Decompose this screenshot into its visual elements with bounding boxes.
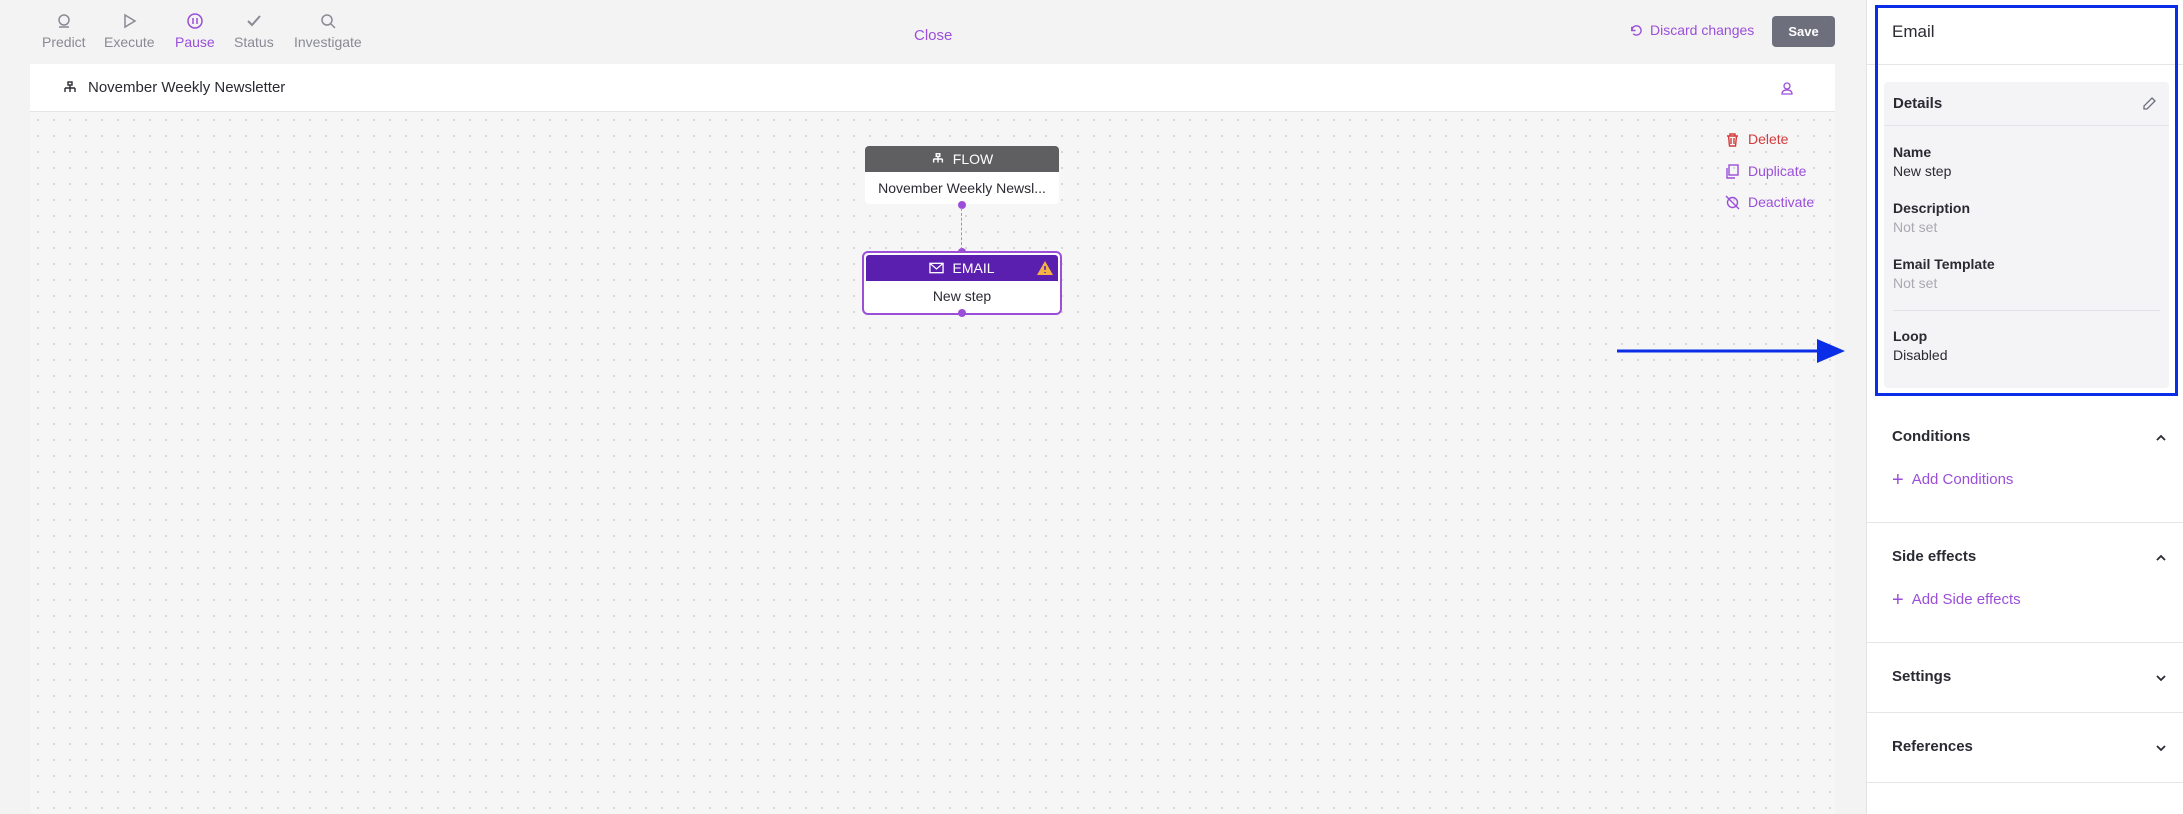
undo-icon (1631, 24, 1642, 36)
close-link[interactable]: Close (914, 27, 952, 44)
check-icon (247, 15, 261, 27)
deactivate-icon (1725, 195, 1740, 209)
chevron-down-icon[interactable] (2154, 741, 2168, 755)
email-node-out-handle[interactable] (958, 309, 966, 317)
flow-canvas[interactable] (30, 112, 1835, 814)
conditions-section: Conditions + Add Conditions (1867, 396, 2183, 523)
pause-label: Pause (175, 34, 215, 50)
investigate-label: Investigate (294, 34, 362, 50)
references-heading: References (1892, 738, 1973, 755)
predict-button[interactable]: Predict (42, 12, 86, 50)
add-conditions-label: Add Conditions (1911, 471, 2014, 488)
side-effects-heading: Side effects (1892, 548, 1977, 565)
flow-node-out-handle[interactable] (958, 201, 966, 209)
delete-button[interactable]: Delete (1725, 131, 1788, 147)
add-side-effects-label: Add Side effects (1911, 591, 2021, 608)
add-side-effects-button[interactable]: + Add Side effects (1892, 588, 2021, 611)
plus-icon: + (1892, 588, 1904, 611)
save-button[interactable]: Save (1772, 16, 1835, 47)
duplicate-label: Duplicate (1748, 163, 1807, 179)
email-node[interactable]: EMAIL New step (862, 251, 1062, 315)
canvas-header: November Weekly Newsletter (30, 64, 1835, 112)
plus-icon: + (1892, 468, 1904, 491)
deactivate-button[interactable]: Deactivate (1725, 194, 1814, 210)
predict-label: Predict (42, 34, 86, 50)
settings-heading: Settings (1892, 668, 1952, 685)
execute-button[interactable]: Execute (104, 12, 155, 50)
email-node-type: EMAIL (952, 260, 995, 276)
add-conditions-button[interactable]: + Add Conditions (1892, 468, 2014, 491)
connector-line (961, 208, 962, 250)
flow-icon (64, 80, 76, 92)
flow-node-name: November Weekly Newsl... (878, 180, 1046, 196)
references-section[interactable]: References (1867, 713, 2183, 783)
flow-node-header: FLOW (865, 146, 1059, 172)
deactivate-label: Deactivate (1748, 194, 1815, 210)
toolbar: Predict Execute Pause Status Investigate… (0, 0, 1866, 62)
discard-changes-button[interactable]: Discard changes (1629, 22, 1754, 38)
settings-section[interactable]: Settings (1867, 643, 2183, 713)
email-node-header: EMAIL (866, 255, 1058, 281)
delete-label: Delete (1748, 131, 1789, 147)
email-node-name: New step (932, 288, 992, 304)
mail-icon (929, 262, 945, 274)
copy-icon (1726, 163, 1739, 179)
annotation-arrow-icon (1617, 339, 1845, 363)
side-effects-section: Side effects + Add Side effects (1867, 523, 2183, 643)
status-label: Status (234, 34, 274, 50)
flow-node[interactable]: FLOW November Weekly Newsl... (865, 146, 1059, 204)
chevron-up-icon[interactable] (2154, 551, 2168, 565)
pause-icon (187, 13, 203, 29)
pause-button[interactable]: Pause (175, 12, 215, 50)
execute-label: Execute (104, 34, 155, 50)
status-button[interactable]: Status (234, 12, 274, 50)
search-icon (321, 14, 336, 29)
discard-changes-label: Discard changes (1650, 22, 1755, 38)
flow-node-type: FLOW (952, 151, 994, 167)
investigate-button[interactable]: Investigate (294, 12, 362, 50)
duplicate-button[interactable]: Duplicate (1725, 163, 1806, 179)
play-icon (124, 13, 137, 29)
flow-icon (932, 153, 943, 163)
annotation-highlight-box (1875, 5, 2178, 396)
user-icon[interactable] (1779, 80, 1795, 96)
warning-icon (1037, 261, 1053, 275)
chevron-down-icon[interactable] (2154, 671, 2168, 685)
trash-icon (1727, 132, 1738, 147)
predict-icon (58, 14, 70, 28)
conditions-heading: Conditions (1892, 428, 1971, 445)
flow-title: November Weekly Newsletter (88, 79, 286, 96)
chevron-up-icon[interactable] (2154, 431, 2168, 445)
